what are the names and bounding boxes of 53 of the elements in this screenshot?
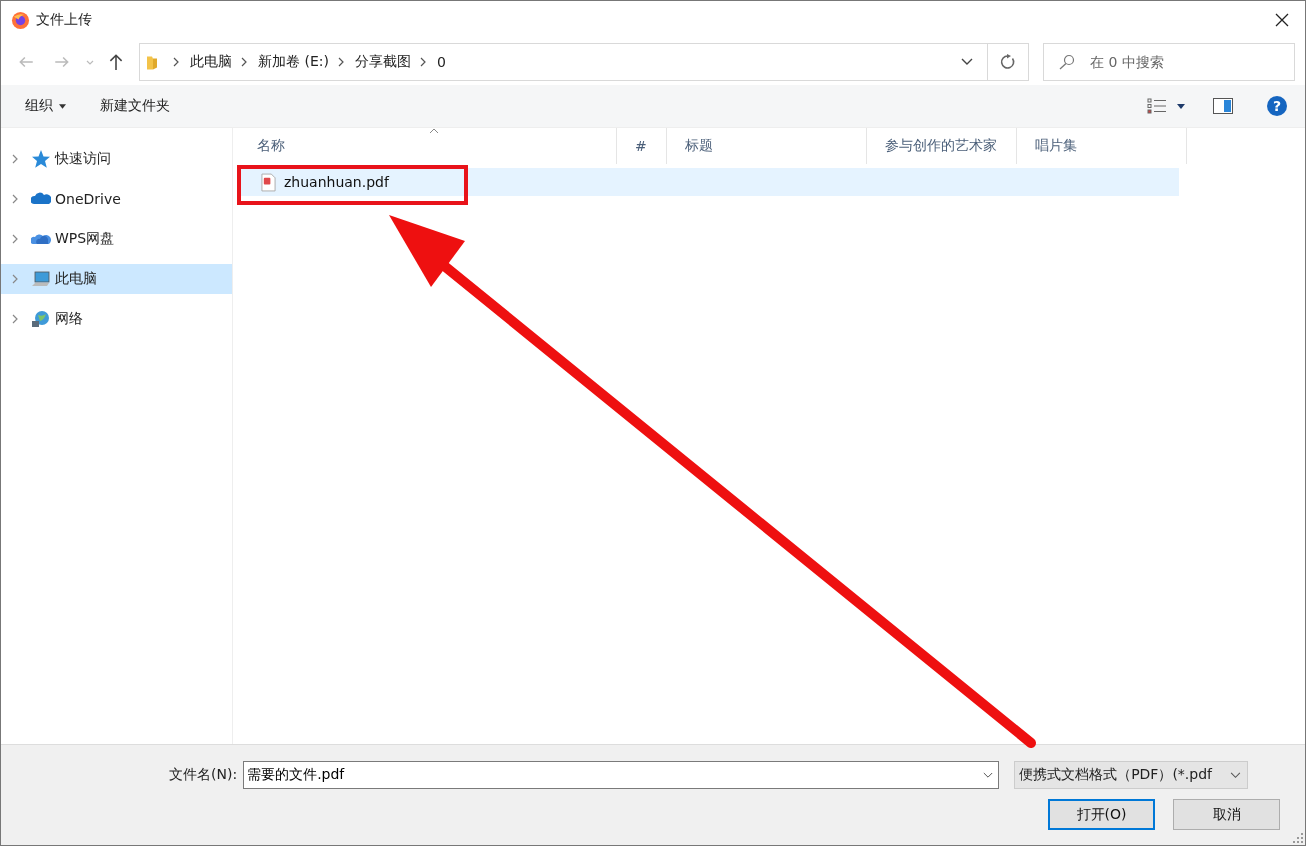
close-icon[interactable] — [1275, 13, 1289, 27]
expand-chevron-icon[interactable] — [11, 314, 19, 324]
sidebar-item[interactable]: 快速访问 — [1, 144, 232, 174]
resize-grip-icon[interactable] — [1293, 833, 1303, 843]
refresh-icon[interactable] — [1000, 54, 1016, 70]
network-icon — [31, 309, 51, 329]
organize-menu[interactable]: 组织 — [15, 93, 76, 119]
column-header[interactable]: 名称 — [237, 128, 617, 164]
pdf-file-icon — [261, 172, 276, 192]
sidebar-item[interactable]: 此电脑 — [1, 264, 232, 294]
sidebar-item[interactable]: 网络 — [1, 304, 232, 334]
chevron-icon[interactable] — [418, 57, 427, 67]
column-header[interactable]: 标题 — [667, 128, 867, 164]
breadcrumb[interactable]: 0 — [436, 54, 446, 70]
browser-logo-icon — [11, 10, 30, 30]
column-header[interactable]: # — [617, 128, 667, 164]
help-button[interactable]: ? — [1267, 96, 1287, 116]
search-field[interactable]: 在 0 中搜索 — [1043, 43, 1295, 81]
breadcrumb[interactable]: 新加卷 (E:) — [258, 53, 329, 71]
sidebar-item[interactable]: OneDrive — [1, 184, 232, 214]
expand-chevron-icon[interactable] — [11, 154, 19, 164]
sort-caret-icon — [429, 128, 439, 134]
dropdown-caret-icon[interactable] — [961, 58, 973, 66]
chevron-icon[interactable] — [172, 57, 180, 67]
expand-chevron-icon[interactable] — [11, 194, 19, 204]
breadcrumb[interactable]: 分享截图 — [354, 53, 411, 71]
caret-icon — [59, 103, 66, 109]
caret-icon — [1230, 771, 1242, 779]
address-bar[interactable]: 此电脑 新加卷 (E:) 分享截图 0 — [139, 43, 1029, 81]
expand-chevron-icon[interactable] — [11, 274, 19, 284]
column-header[interactable]: 唱片集 — [1017, 128, 1187, 164]
view-caret-icon[interactable] — [1177, 103, 1185, 109]
search-icon — [1059, 54, 1075, 70]
preview-pane-icon[interactable] — [1213, 98, 1233, 114]
file-name: zhuanhuan.pdf — [284, 174, 389, 190]
view-list-icon[interactable] — [1147, 98, 1167, 114]
breadcrumb[interactable]: 此电脑 — [190, 53, 232, 71]
dropdown-caret-icon[interactable] — [983, 772, 994, 779]
sidebar-item[interactable]: WPS网盘 — [1, 224, 232, 254]
chevron-icon[interactable] — [336, 57, 345, 67]
column-header[interactable]: 参与创作的艺术家 — [867, 128, 1017, 164]
open-button[interactable]: 打开(O) — [1048, 799, 1155, 830]
window-title: 文件上传 — [36, 11, 92, 29]
computer-icon — [31, 269, 51, 289]
new-folder-button[interactable]: 新建文件夹 — [90, 93, 180, 119]
star-icon — [31, 149, 51, 169]
chevron-icon[interactable] — [240, 57, 248, 67]
filename-label: 文件名(N): — [169, 766, 238, 784]
up-icon[interactable] — [107, 53, 125, 71]
cancel-button[interactable]: 取消 — [1173, 799, 1280, 830]
file-type-dropdown[interactable]: 便携式文档格式（PDF）(*.pdf — [1014, 761, 1249, 789]
expand-chevron-icon[interactable] — [11, 234, 19, 244]
filename-field[interactable]: 需要的文件.pdf — [243, 761, 1000, 789]
